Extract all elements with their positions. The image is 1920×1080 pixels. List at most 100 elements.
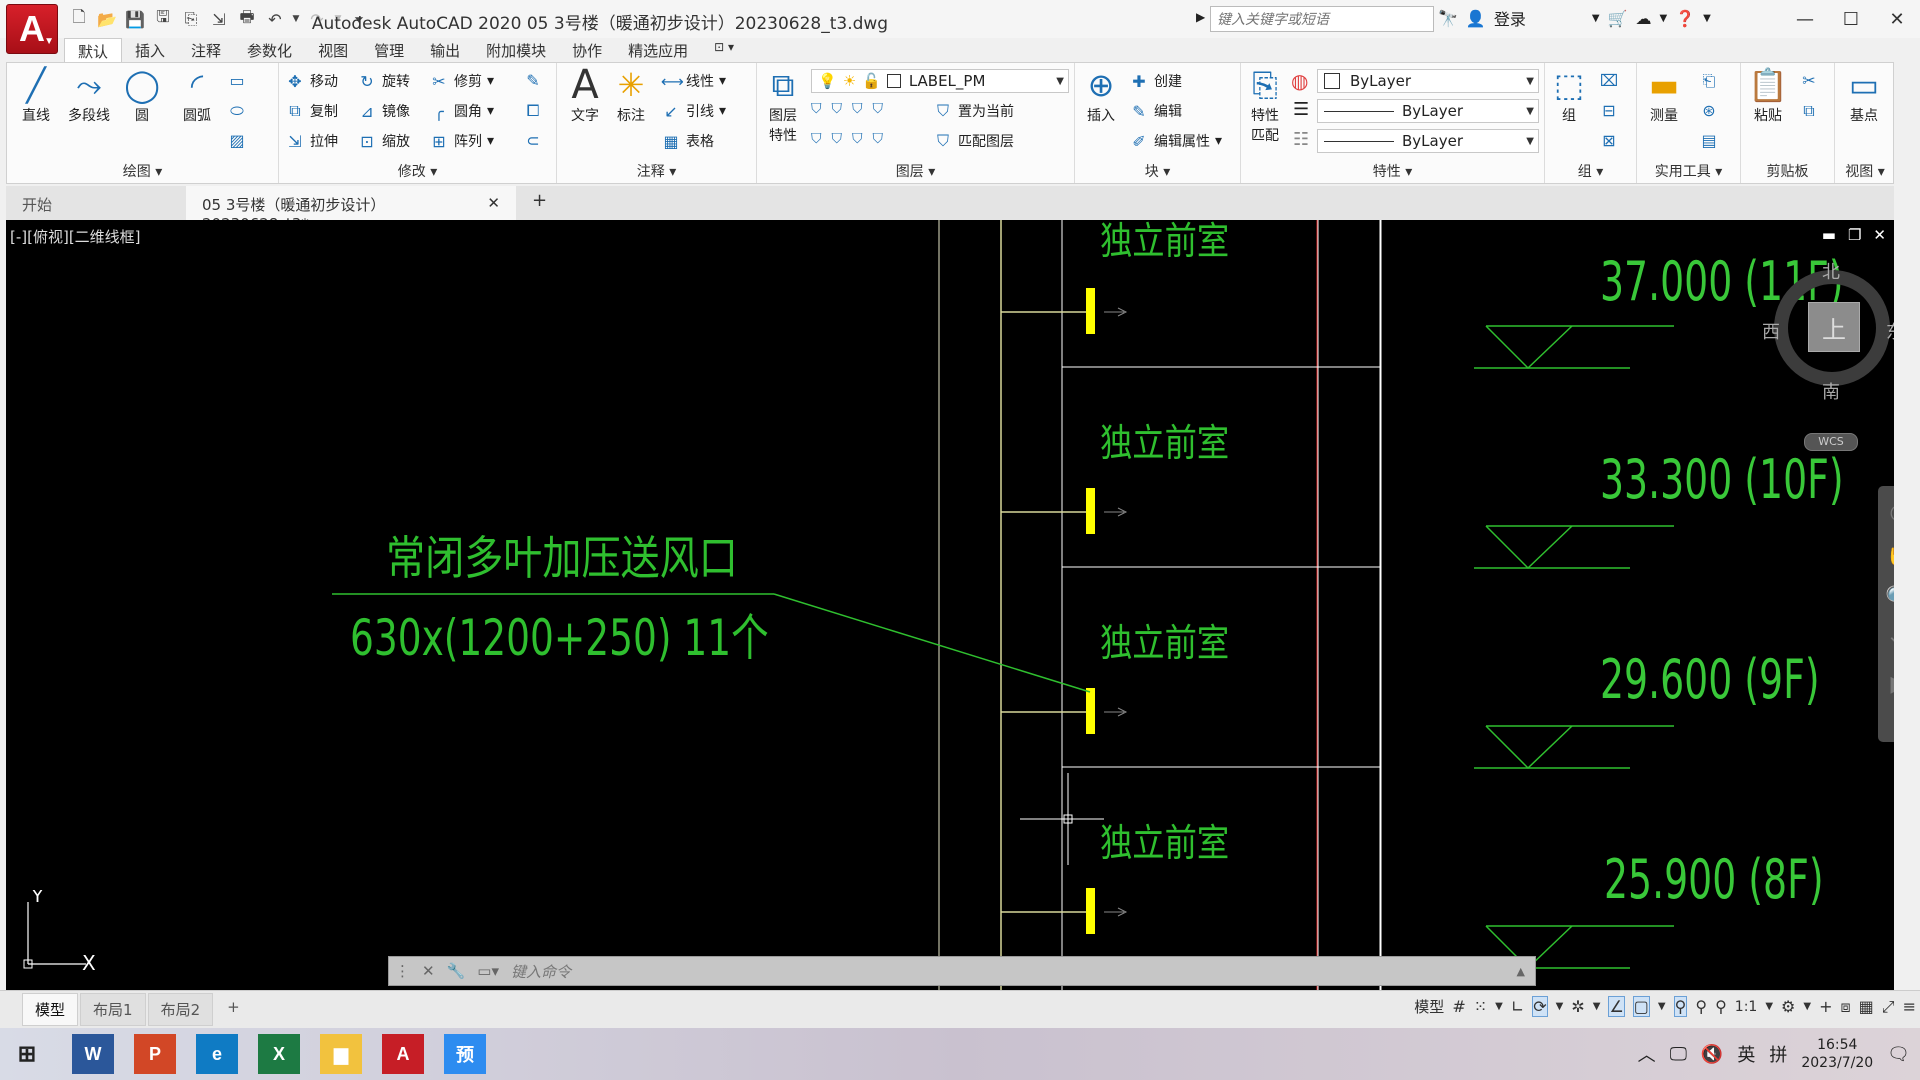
help-dropdown-icon[interactable]: ▼	[1703, 13, 1711, 24]
osnap-dropdown-icon[interactable]: ▼	[1658, 1001, 1666, 1012]
maximize-icon[interactable]: ☐	[1828, 0, 1874, 38]
color-wheel-icon[interactable]: ◍	[1291, 69, 1308, 93]
new-tab-icon[interactable]: +	[516, 186, 563, 220]
show-hidden-icons-icon[interactable]: ︿	[1638, 1041, 1656, 1067]
a360-icon[interactable]: ☁	[1635, 9, 1651, 28]
tab-layout1[interactable]: 布局1	[80, 993, 146, 1026]
tab-output[interactable]: 输出	[417, 38, 473, 62]
taskbar-autocad-icon[interactable]: A	[382, 1034, 424, 1074]
explode-button[interactable]: ⧠	[523, 101, 543, 121]
taskbar-edge-icon[interactable]: e	[196, 1034, 238, 1074]
ellipse-button[interactable]: ⬭	[227, 101, 247, 121]
start-windows-icon[interactable]: ⊞	[6, 1034, 48, 1074]
layer-tools-row1[interactable]: ⛉⛉⛉⛉	[811, 101, 893, 117]
annotation-visibility-icon[interactable]: ⚲	[1673, 996, 1688, 1017]
id-point-button[interactable]: ⎗	[1699, 71, 1719, 91]
groups-group-label[interactable]: 组 ▾	[1545, 161, 1636, 181]
taskbar-excel-icon[interactable]: X	[258, 1034, 300, 1074]
compass-east[interactable]: 东	[1886, 318, 1894, 344]
tab-annotate[interactable]: 注释	[178, 38, 234, 62]
erase-button[interactable]: ✎	[523, 71, 543, 90]
fillet-button[interactable]: ╭ 圆角 ▾	[429, 101, 494, 121]
minimize-icon[interactable]: —	[1782, 0, 1828, 38]
calculator-button[interactable]: ▤	[1699, 131, 1719, 150]
steering-wheel-icon[interactable]: ◎	[1889, 500, 1894, 525]
scale-dropdown-icon[interactable]: ▼	[1765, 1001, 1773, 1012]
layer-tools-row2[interactable]: ⛉⛉⛉⛉	[811, 131, 893, 147]
model-space-button[interactable]: 模型	[1414, 996, 1444, 1017]
showmotion-icon[interactable]: ▶	[1891, 672, 1894, 697]
object-snap-tracking-icon[interactable]: ∠	[1608, 996, 1625, 1017]
tab-addins[interactable]: 附加模块	[473, 38, 559, 62]
base-point-button[interactable]: ▭ 基点	[1839, 65, 1889, 125]
offset-button[interactable]: ⊂	[523, 131, 543, 150]
array-button[interactable]: ⊞ 阵列 ▾	[429, 131, 494, 151]
drawing-canvas[interactable]: [-][俯视][二维线框] ▬ ❐ ✕ 独立前室 独立前室 独立前室 独立前室 …	[6, 220, 1894, 990]
help-icon[interactable]: ❓	[1675, 9, 1695, 28]
wcs-menu[interactable]: WCS	[1804, 433, 1858, 451]
tab-start[interactable]: 开始	[6, 186, 186, 220]
taskbar-explorer-icon[interactable]: ▆	[320, 1034, 362, 1074]
create-block-button[interactable]: ✚ 创建	[1129, 71, 1182, 91]
annotation-scale-value[interactable]: 1:1	[1735, 999, 1758, 1015]
hatch-button[interactable]: ▨	[227, 131, 247, 150]
annotation-monitor-icon[interactable]: +	[1819, 997, 1832, 1016]
leader-button[interactable]: ↙ 引线 ▾	[661, 101, 726, 121]
annotation-group-label[interactable]: 注释 ▾	[557, 161, 756, 181]
command-history-icon[interactable]: ▲	[1517, 965, 1525, 978]
layers-group-label[interactable]: 图层 ▾	[757, 161, 1074, 181]
scale-button[interactable]: ⊡ 缩放	[357, 131, 410, 151]
units-icon[interactable]: ⧈	[1840, 997, 1850, 1017]
tab-drawing[interactable]: 05 3号楼（暖通初步设计）20230628_t3*✕	[186, 186, 516, 233]
polar-tracking-icon[interactable]: ⟳	[1532, 996, 1548, 1017]
insert-block-button[interactable]: ⊕ 插入	[1077, 65, 1125, 125]
pan-hand-icon[interactable]: ✋	[1885, 543, 1894, 568]
dimension-button[interactable]: ✳ 标注	[609, 65, 653, 125]
workspace-dropdown-icon[interactable]: ▼	[1803, 1001, 1811, 1012]
notification-icon[interactable]: 🗨	[1887, 1044, 1910, 1065]
text-button[interactable]: A 文字	[563, 65, 607, 125]
viewcube-top-face[interactable]: 上	[1808, 302, 1860, 352]
snap-icon[interactable]: ⁙	[1474, 997, 1487, 1016]
block-group-label[interactable]: 块 ▾	[1075, 161, 1240, 181]
taskbar-word-icon[interactable]: W	[72, 1034, 114, 1074]
snap-dropdown-icon[interactable]: ▼	[1495, 1001, 1503, 1012]
tab-parametric[interactable]: 参数化	[234, 38, 305, 62]
utilities-group-label[interactable]: 实用工具 ▾	[1637, 161, 1740, 181]
make-current-button[interactable]: ⛉ 置为当前	[933, 101, 1014, 121]
volume-muted-icon[interactable]: 🔇	[1701, 1044, 1723, 1065]
lineweight-dropdown[interactable]: ByLayer ▼	[1317, 129, 1539, 153]
orbit-icon[interactable]: ⟲	[1890, 629, 1894, 654]
layer-properties-button[interactable]: ⧉ 图层 特性	[761, 65, 805, 145]
command-input[interactable]: 键入命令	[511, 961, 571, 982]
isometric-dropdown-icon[interactable]: ▼	[1593, 1001, 1601, 1012]
customization-menu-icon[interactable]: ≡	[1903, 997, 1916, 1016]
taskbar-powerpoint-icon[interactable]: P	[134, 1034, 176, 1074]
polyline-button[interactable]: ⤳ 多段线	[61, 65, 117, 125]
line-button[interactable]: ╱ 直线	[13, 65, 59, 125]
add-layout-icon[interactable]: +	[215, 993, 252, 1026]
annotation-scale-icon[interactable]: ⚲	[1715, 997, 1727, 1016]
table-button[interactable]: ▦ 表格	[661, 131, 714, 151]
copy-clip-button[interactable]: ⧉	[1799, 101, 1819, 121]
login-dropdown-icon[interactable]: ▼	[1592, 13, 1600, 24]
modify-group-label[interactable]: 修改 ▾	[279, 161, 556, 181]
ime-language[interactable]: 英	[1737, 1041, 1755, 1067]
group-button[interactable]: ⬚ 组	[1547, 65, 1591, 125]
edit-attribute-button[interactable]: ✐ 编辑属性 ▾	[1129, 131, 1222, 151]
workspace-gear-icon[interactable]: ⚙	[1781, 997, 1795, 1016]
tab-insert[interactable]: 插入	[122, 38, 178, 62]
compass-north[interactable]: 北	[1822, 258, 1840, 284]
trim-button[interactable]: ✂ 修剪 ▾	[429, 71, 494, 91]
rotate-button[interactable]: ↻ 旋转	[357, 71, 410, 91]
isometric-icon[interactable]: ✲	[1571, 997, 1584, 1016]
cut-button[interactable]: ✂	[1799, 71, 1819, 90]
compass-south[interactable]: 南	[1822, 378, 1840, 404]
view-group-label[interactable]: 视图 ▾	[1835, 161, 1895, 181]
taskbar-preview-icon[interactable]: 预	[444, 1034, 486, 1074]
stretch-button[interactable]: ⇲ 拉伸	[285, 131, 338, 151]
circle-button[interactable]: ◯ 圆	[119, 65, 165, 125]
color-dropdown[interactable]: ByLayer ▼	[1317, 69, 1539, 93]
measure-button[interactable]: ▬ 测量	[1639, 65, 1689, 125]
rectangle-button[interactable]: ▭	[227, 71, 247, 90]
